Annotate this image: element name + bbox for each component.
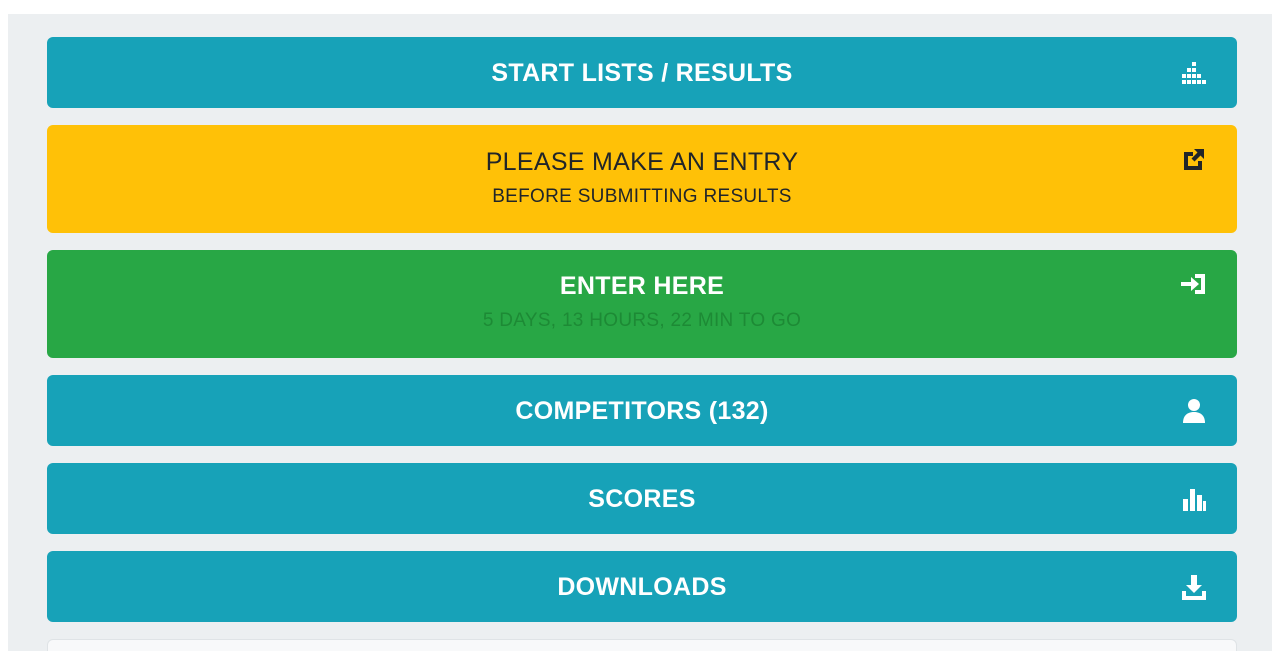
start-lists-results-button[interactable]: START LISTS / RESULTS bbox=[47, 37, 1237, 108]
event-actions-panel: START LISTS / RESULTS PLEASE MAKE AN ENT… bbox=[8, 14, 1272, 651]
scores-button[interactable]: SCORES bbox=[47, 463, 1237, 534]
sort-amount-icon bbox=[1179, 58, 1209, 88]
external-link-icon bbox=[1179, 144, 1209, 174]
download-icon bbox=[1179, 572, 1209, 602]
bar-chart-icon bbox=[1179, 484, 1209, 514]
countdown-text: 5 DAYS, 13 HOURS, 22 MIN TO GO bbox=[482, 310, 802, 331]
downloads-button[interactable]: DOWNLOADS bbox=[47, 551, 1237, 622]
enter-here-button[interactable]: ENTER HERE 5 DAYS, 13 HOURS, 22 MIN TO G… bbox=[47, 250, 1237, 358]
sign-in-icon bbox=[1179, 269, 1209, 299]
scores-label: SCORES bbox=[588, 485, 696, 513]
competitors-button[interactable]: COMPETITORS (132) bbox=[47, 375, 1237, 446]
enter-here-label: ENTER HERE bbox=[559, 272, 725, 300]
make-entry-sublabel: BEFORE SUBMITTING RESULTS bbox=[492, 186, 792, 207]
make-entry-label: PLEASE MAKE AN ENTRY bbox=[485, 148, 799, 176]
start-lists-results-label: START LISTS / RESULTS bbox=[491, 59, 793, 87]
make-entry-button[interactable]: PLEASE MAKE AN ENTRY BEFORE SUBMITTING R… bbox=[47, 125, 1237, 233]
downloads-label: DOWNLOADS bbox=[557, 573, 727, 601]
competitors-label: COMPETITORS (132) bbox=[515, 397, 769, 425]
user-icon bbox=[1179, 396, 1209, 426]
bottom-card bbox=[47, 639, 1237, 651]
